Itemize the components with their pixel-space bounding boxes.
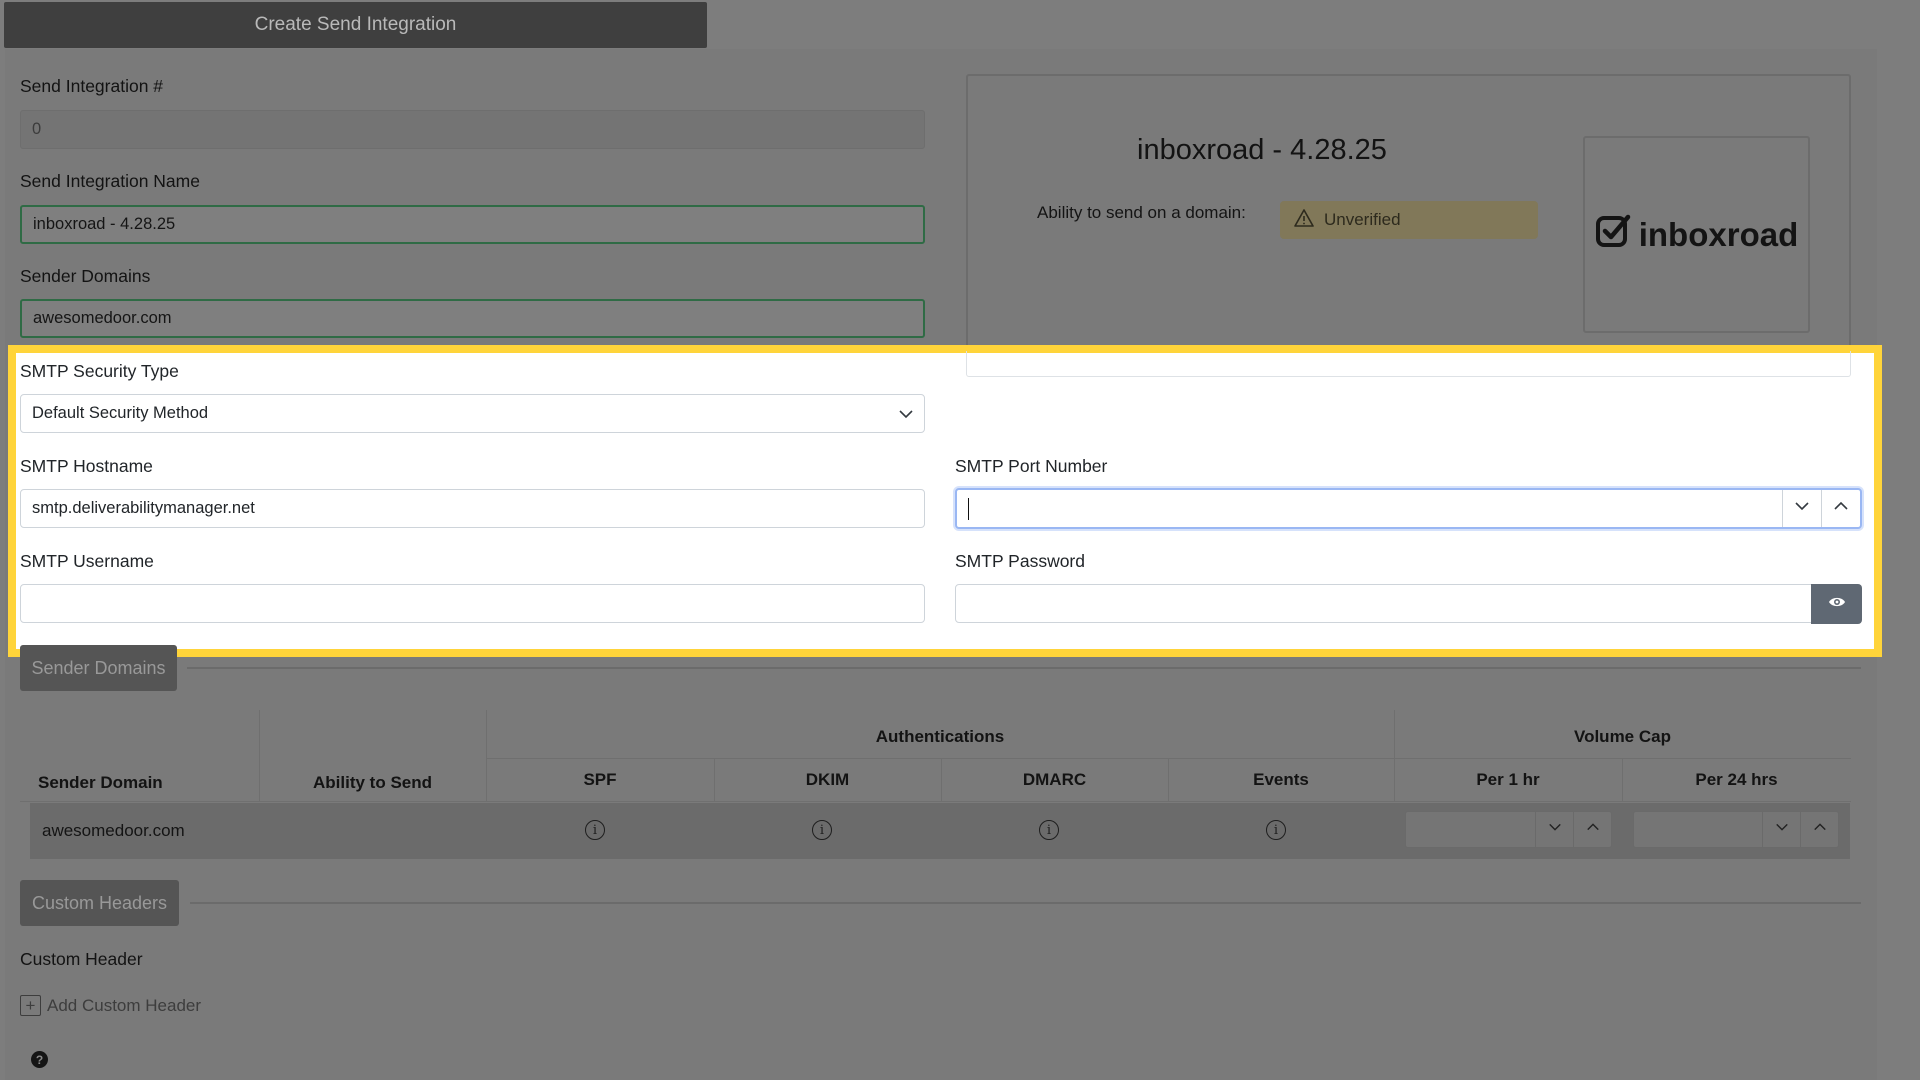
custom-headers-section-button[interactable]: Custom Headers (20, 880, 179, 926)
chevron-down-icon (1548, 820, 1562, 839)
unverified-status-text: Unverified (1324, 210, 1401, 229)
smtp-security-type-select[interactable]: Default Security Method (20, 394, 925, 433)
smtp-password-label: SMTP Password (955, 551, 1085, 571)
checkbox-logo-icon (1595, 213, 1631, 257)
per-24-hrs-decrement[interactable] (1762, 812, 1800, 847)
chevron-down-icon (1775, 820, 1789, 839)
section-divider (190, 902, 1861, 904)
per-1-hr-decrement[interactable] (1535, 812, 1573, 847)
add-custom-header-label: Add Custom Header (47, 995, 202, 1015)
chevron-up-icon (1813, 820, 1827, 839)
dkim-info-icon[interactable]: i (812, 820, 832, 840)
add-custom-header-button[interactable]: + Add Custom Header (20, 995, 201, 1016)
spf-info-icon[interactable]: i (585, 820, 605, 840)
unverified-status-badge: Unverified (1280, 201, 1538, 239)
smtp-security-type-label: SMTP Security Type (20, 361, 179, 381)
smtp-hostname-input[interactable]: smtp.deliverabilitymanager.net (20, 489, 925, 528)
inboxroad-logo: inboxroad (1583, 136, 1810, 333)
chevron-down-icon (898, 406, 914, 427)
integration-number-value: 0 (32, 120, 42, 138)
per-24-hrs-input[interactable] (1633, 811, 1839, 848)
column-header-dmarc: DMARC (1022, 770, 1087, 789)
column-header-per-24-hrs: Per 24 hrs (1695, 770, 1778, 789)
port-decrement-button[interactable] (1782, 490, 1821, 527)
smtp-password-input[interactable] (955, 584, 1812, 623)
column-header-per-1-hr: Per 1 hr (1476, 770, 1540, 789)
chevron-down-icon (1794, 498, 1810, 519)
column-header-sender-domain: Sender Domain (38, 773, 163, 792)
per-1-hr-increment[interactable] (1573, 812, 1611, 847)
dmarc-info-icon[interactable]: i (1039, 820, 1059, 840)
integration-name-value: inboxroad - 4.28.25 (33, 215, 176, 233)
smtp-hostname-label: SMTP Hostname (20, 456, 153, 476)
smtp-username-input[interactable] (20, 584, 925, 623)
column-header-events: Events (1253, 770, 1309, 789)
port-increment-button[interactable] (1821, 490, 1860, 527)
chevron-up-icon (1833, 498, 1849, 519)
row-sender-domain: awesomedoor.com (42, 821, 185, 840)
smtp-username-label: SMTP Username (20, 551, 154, 571)
custom-header-label: Custom Header (20, 949, 143, 969)
table-divider (20, 801, 1851, 802)
smtp-security-type-value: Default Security Method (32, 404, 209, 422)
sender-domains-label: Sender Domains (20, 266, 151, 286)
per-1-hr-input[interactable] (1405, 811, 1612, 848)
sender-domains-input[interactable]: awesomedoor.com (20, 299, 925, 338)
authentications-group-header: Authentications (875, 727, 1005, 746)
events-info-icon[interactable]: i (1266, 820, 1286, 840)
sender-domains-value: awesomedoor.com (33, 309, 172, 327)
smtp-port-label: SMTP Port Number (955, 456, 1108, 476)
page-title-tab[interactable]: Create Send Integration (4, 2, 707, 48)
column-header-ability: Ability to Send (313, 773, 432, 792)
column-header-dkim: DKIM (805, 770, 850, 789)
toggle-password-visibility-button[interactable] (1811, 584, 1862, 624)
logo-text: inboxroad (1638, 215, 1799, 253)
plus-icon: + (20, 995, 41, 1016)
sender-domains-section-button[interactable]: Sender Domains (20, 645, 177, 691)
eye-icon (1828, 595, 1846, 614)
per-24-hrs-increment[interactable] (1800, 812, 1838, 847)
integration-name-label: Send Integration Name (20, 171, 200, 191)
info-card-title: inboxroad - 4.28.25 (1137, 134, 1387, 166)
smtp-port-input[interactable] (955, 488, 1862, 529)
help-icon[interactable]: ? (31, 1051, 48, 1068)
smtp-hostname-value: smtp.deliverabilitymanager.net (32, 499, 255, 517)
integration-number-field: 0 (20, 110, 925, 149)
ability-to-send-label: Ability to send on a domain: (1037, 203, 1246, 222)
text-cursor (968, 497, 969, 520)
integration-name-input[interactable]: inboxroad - 4.28.25 (20, 205, 925, 244)
info-card-bottom-edge (966, 351, 1851, 377)
column-header-spf: SPF (583, 770, 617, 789)
chevron-up-icon (1586, 820, 1600, 839)
integration-number-label: Send Integration # (20, 76, 164, 96)
section-divider (187, 667, 1861, 669)
warning-icon (1294, 208, 1314, 232)
volume-cap-group-header: Volume Cap (1574, 727, 1671, 746)
